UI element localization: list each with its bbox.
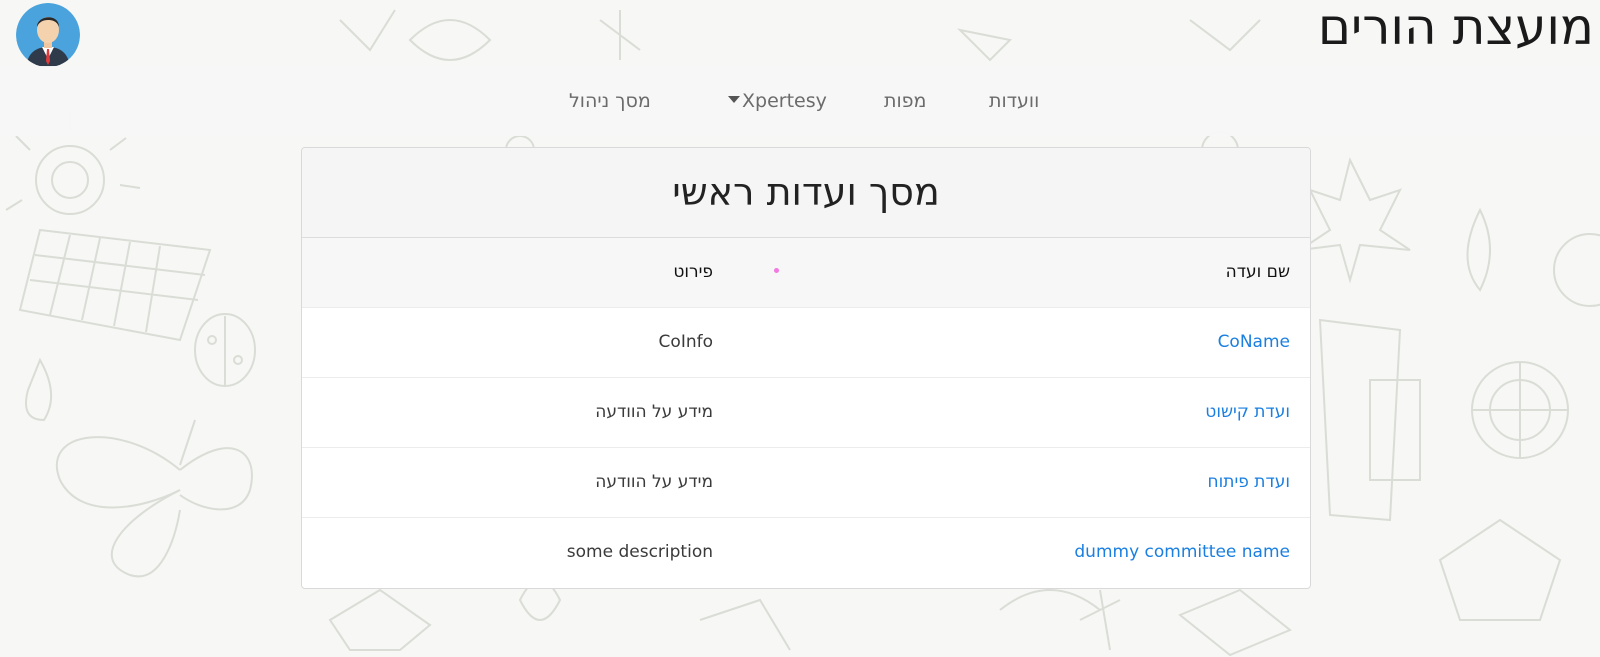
table-header-row: שם ועדה פירוט (302, 238, 1310, 308)
caret-down-icon (728, 96, 740, 103)
site-header: מועצת הורים (0, 0, 1600, 67)
committee-name-link[interactable]: ועדת קישוט (1205, 402, 1290, 422)
user-avatar-icon[interactable] (16, 3, 80, 67)
site-title: מועצת הורים (1317, 0, 1594, 56)
table-row: CoName CoInfo (302, 308, 1310, 378)
table-row: ועדת פיתוח מידע על הוודעה (302, 448, 1310, 518)
nav-committees-link[interactable]: וועדות (989, 89, 1039, 113)
nav-xpertesy-dropdown[interactable]: Xpertesy (728, 89, 827, 113)
column-header-name: שם ועדה (1225, 262, 1290, 282)
main-navbar: וועדות מפות Xpertesy מסך ניהול (0, 66, 1600, 136)
committees-card: מסך ועדות ראשי שם ועדה פירוט CoName CoIn… (301, 147, 1311, 589)
column-header-info: פירוט (673, 262, 713, 282)
committee-name-link[interactable]: CoName (1218, 332, 1290, 352)
committee-info: some description (566, 542, 713, 562)
nav-xpertesy-label: Xpertesy (742, 90, 827, 112)
committee-info: מידע על הוודעה (595, 472, 713, 492)
committee-info: מידע על הוודעה (595, 402, 713, 422)
nav-admin-link[interactable]: מסך ניהול (569, 89, 651, 113)
committee-name-link[interactable]: ועדת פיתוח (1208, 472, 1290, 492)
table-row: dummy committee name some description (302, 518, 1310, 587)
page-title: מסך ועדות ראשי (672, 170, 940, 214)
nav-maps-link[interactable]: מפות (884, 89, 926, 113)
accent-dot (774, 268, 779, 273)
card-header: מסך ועדות ראשי (302, 148, 1310, 238)
table-row: ועדת קישוט מידע על הוודעה (302, 378, 1310, 448)
committee-info: CoInfo (658, 332, 713, 352)
committee-name-link[interactable]: dummy committee name (1074, 542, 1290, 562)
